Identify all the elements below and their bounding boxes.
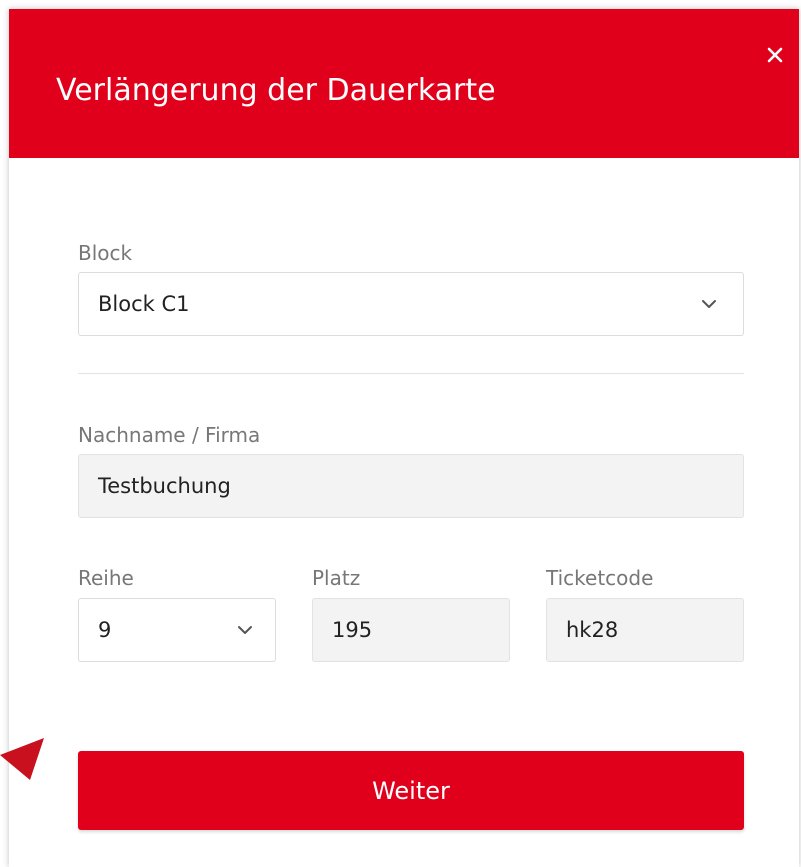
chevron-down-icon — [238, 626, 252, 634]
modal-header: Verlängerung der Dauerkarte — [9, 9, 799, 158]
close-icon — [767, 47, 783, 63]
renewal-modal: Verlängerung der Dauerkarte Block Block … — [9, 9, 799, 867]
arrow-pointer-icon — [0, 738, 44, 780]
weiter-button-label: Weiter — [372, 776, 450, 805]
chevron-down-icon — [702, 300, 716, 308]
nachname-field[interactable]: Testbuchung — [78, 454, 744, 518]
close-button[interactable] — [763, 43, 787, 67]
block-select-value: Block C1 — [98, 292, 190, 316]
modal-title: Verlängerung der Dauerkarte — [56, 73, 496, 108]
weiter-button[interactable]: Weiter — [78, 751, 744, 830]
block-select[interactable]: Block C1 — [78, 272, 744, 336]
nachname-value: Testbuchung — [98, 474, 231, 498]
platz-field[interactable]: 195 — [312, 598, 510, 662]
ticketcode-label: Ticketcode — [546, 566, 654, 590]
reihe-select[interactable]: 9 — [78, 598, 276, 662]
ticketcode-value: hk28 — [566, 618, 619, 642]
platz-value: 195 — [332, 618, 373, 642]
reihe-select-value: 9 — [98, 618, 112, 642]
page: Verlängerung der Dauerkarte Block Block … — [0, 0, 801, 867]
reihe-label: Reihe — [78, 566, 134, 590]
form-divider — [78, 373, 744, 374]
ticketcode-field[interactable]: hk28 — [546, 598, 744, 662]
nachname-label: Nachname / Firma — [78, 423, 261, 447]
platz-label: Platz — [312, 566, 361, 590]
block-label: Block — [78, 241, 133, 265]
